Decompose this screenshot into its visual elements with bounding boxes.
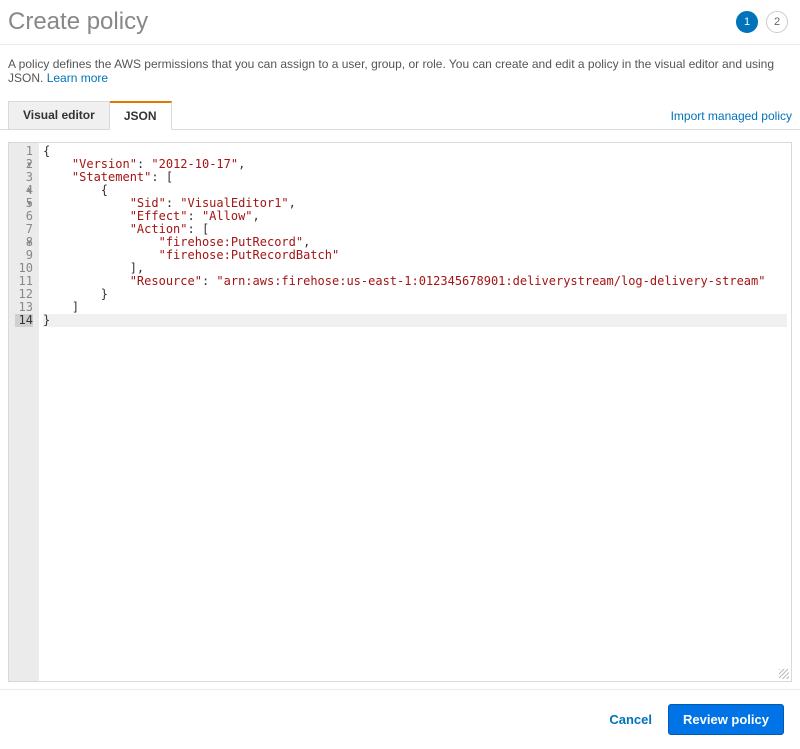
description-body: A policy defines the AWS permissions tha…	[8, 57, 774, 85]
code-line[interactable]: ]	[43, 301, 787, 314]
code-line[interactable]: "Resource": "arn:aws:firehose:us-east-1:…	[43, 275, 787, 288]
import-managed-policy-link[interactable]: Import managed policy	[671, 109, 792, 129]
editor-code[interactable]: { "Version": "2012-10-17", "Statement": …	[39, 143, 791, 681]
code-line[interactable]: }	[43, 314, 787, 327]
code-line[interactable]: "Statement": [	[43, 171, 787, 184]
code-line[interactable]: }	[43, 288, 787, 301]
json-editor[interactable]: 1 ▾23 ▾4 ▾567 ▾891011121314 { "Version":…	[8, 142, 792, 682]
code-line[interactable]: "firehose:PutRecordBatch"	[43, 249, 787, 262]
tab-visual-editor[interactable]: Visual editor	[8, 101, 110, 130]
step-1[interactable]: 1	[736, 11, 758, 33]
description-text: A policy defines the AWS permissions tha…	[0, 45, 800, 101]
footer-actions: Cancel Review policy	[0, 689, 800, 749]
review-policy-button[interactable]: Review policy	[668, 704, 784, 735]
page-header: Create policy 1 2	[0, 0, 800, 45]
tabs: Visual editor JSON	[8, 101, 172, 129]
learn-more-link[interactable]: Learn more	[47, 71, 108, 85]
page-title: Create policy	[8, 8, 148, 36]
cancel-button[interactable]: Cancel	[609, 712, 652, 727]
tab-json[interactable]: JSON	[110, 101, 172, 130]
editor-gutter: 1 ▾23 ▾4 ▾567 ▾891011121314	[9, 143, 39, 681]
step-2[interactable]: 2	[766, 11, 788, 33]
resize-handle[interactable]	[779, 669, 789, 679]
tabs-row: Visual editor JSON Import managed policy	[0, 101, 800, 130]
line-number: 14	[15, 314, 33, 327]
wizard-steps: 1 2	[736, 11, 788, 33]
